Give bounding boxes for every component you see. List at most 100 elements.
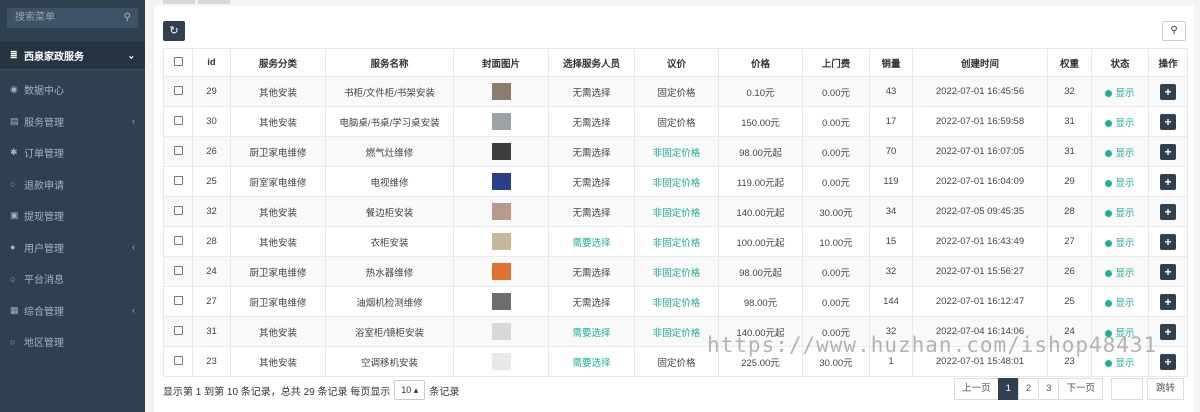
table-row[interactable]: 28 其他安装 衣柜安装 需要选择 非固定价格 100.00元起 10.00元 15 2022-… <box>163 226 1188 257</box>
sidebar-item-6[interactable]: ● 用户管理 ‹ <box>0 232 145 264</box>
row-select-cell[interactable] <box>163 286 193 317</box>
toggle-search-button[interactable]: ⚲ <box>1162 21 1186 41</box>
tab-stub[interactable] <box>198 0 230 4</box>
row-checkbox[interactable] <box>173 205 183 215</box>
column-header[interactable]: 权重 <box>1047 48 1092 77</box>
row-action-button[interactable]: + <box>1160 83 1176 100</box>
row-action-button[interactable]: + <box>1160 323 1176 340</box>
row-checkbox[interactable] <box>173 175 183 185</box>
column-header[interactable]: 封面图片 <box>453 48 549 77</box>
row-action-button[interactable]: + <box>1160 233 1176 250</box>
search-icon[interactable]: ⚲ <box>124 8 131 28</box>
sidebar-item-8[interactable]: ▦ 综合管理 ‹ <box>0 295 145 327</box>
column-header[interactable]: 价格 <box>718 48 803 77</box>
watermark-text: https://www.huzhan.com/ishop48431 <box>707 333 1158 357</box>
row-checkbox[interactable] <box>173 325 183 335</box>
sidebar-item-label: 数据中心 <box>24 86 64 98</box>
column-header[interactable]: id <box>192 48 231 77</box>
sidebar-item-3[interactable]: ✱ 订单管理 <box>0 137 145 169</box>
cover-image-thumbnail[interactable] <box>491 233 511 250</box>
row-select-cell[interactable] <box>163 256 193 287</box>
column-header[interactable]: 服务分类 <box>230 48 326 77</box>
page-button-3[interactable]: 3 <box>1038 378 1060 400</box>
column-header[interactable]: 选择服务人员 <box>548 48 635 77</box>
cell-category: 厨室家电维修 <box>230 166 326 197</box>
column-header[interactable]: 上门费 <box>802 48 870 77</box>
row-checkbox[interactable] <box>173 235 183 245</box>
table-row[interactable]: 29 其他安装 书柜/文件柜/书架安装 无需选择 固定价格 0.10元 0.00元 43 202… <box>163 76 1188 107</box>
table-row[interactable]: 25 厨室家电维修 电视维修 无需选择 非固定价格 119.00元起 0.00元 119 202… <box>163 166 1188 197</box>
cell-category: 厨卫家电维修 <box>230 256 326 287</box>
sidebar-item-5[interactable]: ▣ 提现管理 <box>0 200 145 232</box>
status-dot-icon <box>1105 89 1113 97</box>
row-action-button[interactable]: + <box>1160 113 1176 130</box>
prev-page-button[interactable]: 上一页 <box>954 378 999 400</box>
jump-button[interactable]: 跳转 <box>1146 378 1184 400</box>
row-select-cell[interactable] <box>163 346 193 377</box>
page-button-1[interactable]: 1 <box>997 378 1019 400</box>
jump-page-input[interactable] <box>1110 378 1143 400</box>
status-cell: 显示 <box>1091 196 1149 227</box>
row-select-cell[interactable] <box>163 316 193 347</box>
cell-bargain: 非固定价格 <box>634 316 719 347</box>
row-select-cell[interactable] <box>163 196 193 227</box>
row-action-button[interactable]: + <box>1160 353 1176 370</box>
row-checkbox[interactable] <box>173 115 183 125</box>
row-action-button[interactable]: + <box>1160 263 1176 280</box>
sidebar-item-1[interactable]: ◉ 数据中心 <box>0 74 145 106</box>
cover-image-thumbnail[interactable] <box>491 263 511 280</box>
table-row[interactable]: 24 厨卫家电维修 热水器维修 无需选择 非固定价格 98.00元起 0.00元 32 2022… <box>163 256 1188 287</box>
column-header[interactable]: 服务名称 <box>325 48 454 77</box>
row-action-button[interactable]: + <box>1160 293 1176 310</box>
sidebar-item-7[interactable]: ○ 平台消息 <box>0 263 145 295</box>
select-all-checkbox[interactable] <box>173 56 183 66</box>
table-row[interactable]: 26 厨卫家电维修 燃气灶维修 无需选择 非固定价格 98.00元起 0.00元 70 2022… <box>163 136 1188 167</box>
row-checkbox[interactable] <box>173 145 183 155</box>
sidebar-item-4[interactable]: ○ 退款申请 <box>0 169 145 201</box>
sidebar-item-0[interactable]: ≣ 西泉家政服务 ⌄ <box>0 42 145 69</box>
cell-price: 150.00元 <box>718 106 803 137</box>
cover-image-thumbnail[interactable] <box>491 143 511 160</box>
row-select-cell[interactable] <box>163 136 193 167</box>
row-select-cell[interactable] <box>163 226 193 257</box>
cover-image-thumbnail[interactable] <box>491 353 511 370</box>
row-action-button[interactable]: + <box>1160 143 1176 160</box>
cover-image-thumbnail[interactable] <box>491 293 511 310</box>
tab-stub[interactable] <box>163 0 195 4</box>
table-row[interactable]: 32 其他安装 餐边柜安装 无需选择 非固定价格 140.00元起 30.00元 34 2022… <box>163 196 1188 227</box>
refresh-button[interactable]: ↻ <box>163 21 185 41</box>
row-action-button[interactable]: + <box>1160 173 1176 190</box>
table-row[interactable]: 30 其他安装 电脑桌/书桌/学习桌安装 无需选择 固定价格 150.00元 0.00元 17… <box>163 106 1188 137</box>
column-header[interactable]: 操作 <box>1148 48 1188 77</box>
cell-weight: 27 <box>1047 226 1092 257</box>
page-button-2[interactable]: 2 <box>1017 378 1040 400</box>
cover-image-thumbnail[interactable] <box>491 83 511 100</box>
cover-image-thumbnail[interactable] <box>491 113 511 130</box>
cover-image-thumbnail[interactable] <box>491 173 511 190</box>
cell-fee: 30.00元 <box>802 196 870 227</box>
row-checkbox[interactable] <box>173 355 183 365</box>
sidebar-item-2[interactable]: ▤ 服务管理 ‹ <box>0 106 145 138</box>
row-select-cell[interactable] <box>163 76 193 107</box>
column-header[interactable]: 状态 <box>1091 48 1149 77</box>
select-all-header[interactable] <box>163 48 193 77</box>
row-select-cell[interactable] <box>163 106 193 137</box>
cover-image-thumbnail[interactable] <box>491 203 511 220</box>
page-size-select[interactable]: 10 ▴ <box>394 380 426 400</box>
cell-category: 其他安装 <box>230 316 326 347</box>
cell-name: 燃气灶维修 <box>325 136 454 167</box>
column-header[interactable]: 创建时间 <box>912 48 1048 77</box>
row-checkbox[interactable] <box>173 295 183 305</box>
row-action-button[interactable]: + <box>1160 203 1176 220</box>
next-page-button[interactable]: 下一页 <box>1058 378 1103 400</box>
row-select-cell[interactable] <box>163 166 193 197</box>
sidebar-item-9[interactable]: ○ 地区管理 <box>0 326 145 358</box>
search-icon: ⚲ <box>1170 25 1178 36</box>
column-header[interactable]: 销量 <box>869 48 913 77</box>
menu-search-input[interactable]: 搜索菜单 ⚲ <box>7 8 138 28</box>
table-row[interactable]: 27 厨卫家电维修 油烟机检测维修 无需选择 非固定价格 98.00元 0.00元 144 20… <box>163 286 1188 317</box>
row-checkbox[interactable] <box>173 265 183 275</box>
row-checkbox[interactable] <box>173 85 183 95</box>
cover-image-thumbnail[interactable] <box>491 323 511 340</box>
column-header[interactable]: 议价 <box>634 48 719 77</box>
